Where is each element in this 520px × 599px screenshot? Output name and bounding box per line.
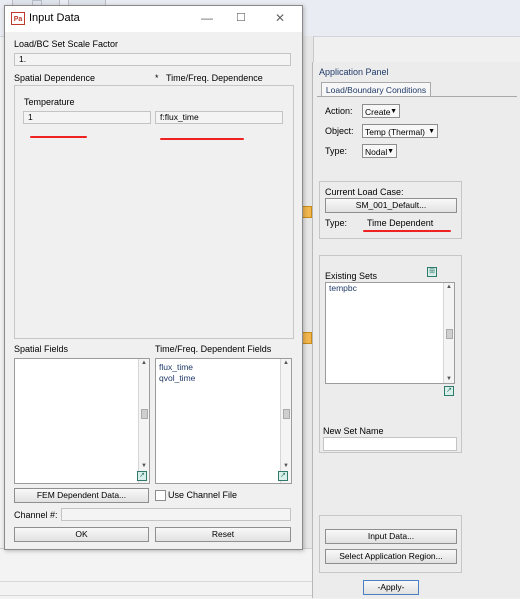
load-case-button[interactable]: SM_001_Default...	[325, 198, 457, 213]
existing-set-item[interactable]: tempbc	[326, 283, 454, 294]
app-icon: Pa	[11, 12, 25, 25]
chevron-down-icon: ▼	[428, 128, 435, 135]
minimize-icon[interactable]: —	[201, 11, 213, 25]
scroll-down-icon[interactable]: ▼	[141, 463, 147, 469]
scale-factor-label: Load/BC Set Scale Factor	[14, 39, 119, 49]
input-data-group	[319, 515, 462, 573]
list-action-icon[interactable]: ↗	[278, 471, 288, 481]
use-channel-label: Use Channel File	[168, 490, 238, 500]
scale-factor-field[interactable]: 1.	[14, 53, 291, 66]
tab-load-boundary-conditions[interactable]: Load/Boundary Conditions	[321, 82, 431, 97]
list-action-icon[interactable]: ↗	[444, 386, 454, 396]
input-data-button[interactable]: Input Data...	[325, 529, 457, 544]
red-annotation-underline	[160, 138, 244, 140]
temperature-label: Temperature	[24, 97, 75, 107]
reset-button[interactable]: Reset	[155, 527, 291, 542]
use-channel-checkbox[interactable]	[155, 490, 166, 501]
list-options-icon[interactable]: ⊞	[427, 267, 437, 277]
action-dropdown[interactable]: Create ▼	[362, 104, 400, 118]
time-fields-scrollbar[interactable]: ▲ ▼	[280, 359, 291, 483]
red-annotation-underline	[363, 230, 451, 232]
load-case-type-label: Type:	[325, 218, 348, 228]
dialog-title: Input Data	[29, 12, 80, 24]
scroll-thumb[interactable]	[141, 409, 148, 419]
type-dropdown[interactable]: Nodal ▼	[362, 144, 397, 158]
channel-label: Channel #:	[14, 510, 58, 520]
spatial-fields-label: Spatial Fields	[14, 344, 69, 354]
existing-sets-list[interactable]: tempbc ▲ ▼	[325, 282, 455, 384]
time-dependence-label: Time/Freq. Dependence	[166, 73, 263, 83]
object-dropdown[interactable]: Temp (Thermal) ▼	[362, 124, 438, 138]
time-field-item[interactable]: flux_time	[156, 362, 291, 373]
apply-button[interactable]: -Apply-	[363, 580, 419, 595]
object-value: Temp (Thermal)	[365, 127, 425, 137]
maximize-icon[interactable]: ☐	[236, 11, 246, 24]
new-set-name-field[interactable]	[323, 437, 457, 451]
new-set-name-label: New Set Name	[323, 426, 384, 436]
background-bottom-area	[0, 548, 312, 599]
red-annotation-underline	[30, 136, 87, 138]
ok-button[interactable]: OK	[14, 527, 149, 542]
scroll-thumb[interactable]	[283, 409, 290, 419]
time-fields-label: Time/Freq. Dependent Fields	[155, 344, 272, 354]
application-panel: Application Panel Load/Boundary Conditio…	[312, 62, 520, 598]
existing-sets-scrollbar[interactable]: ▲ ▼	[443, 283, 454, 383]
type-label: Type:	[325, 146, 348, 156]
scroll-thumb[interactable]	[446, 329, 453, 339]
temperature-spatial-field[interactable]: 1	[23, 111, 151, 124]
spatial-dependence-label: Spatial Dependence	[14, 73, 96, 83]
panel-title: Application Panel	[319, 67, 389, 77]
action-label: Action:	[325, 106, 353, 116]
temperature-time-field[interactable]: f:flux_time	[155, 111, 283, 124]
object-label: Object:	[325, 126, 354, 136]
close-icon[interactable]: ✕	[275, 11, 285, 25]
time-fields-list[interactable]: flux_time qvol_time ▲ ▼	[155, 358, 292, 484]
chevron-down-icon: ▼	[387, 148, 394, 155]
load-case-label: Current Load Case:	[325, 187, 404, 197]
scroll-down-icon[interactable]: ▼	[446, 376, 452, 382]
select-application-region-button[interactable]: Select Application Region...	[325, 549, 457, 564]
input-data-dialog: Pa Input Data — ☐ ✕ Load/BC Set Scale Fa…	[4, 5, 303, 550]
panel-body: Action: Create ▼ Object: Temp (Thermal) …	[317, 96, 517, 597]
scroll-up-icon[interactable]: ▲	[141, 360, 147, 366]
list-action-icon[interactable]: ↗	[137, 471, 147, 481]
existing-sets-label: Existing Sets	[325, 271, 378, 281]
spatial-fields-scrollbar[interactable]: ▲ ▼	[138, 359, 149, 483]
time-dependence-marker: *	[155, 73, 159, 83]
chevron-down-icon: ▼	[390, 108, 397, 115]
time-field-item[interactable]: qvol_time	[156, 373, 291, 384]
channel-field[interactable]	[61, 508, 291, 521]
scroll-up-icon[interactable]: ▲	[283, 360, 289, 366]
dialog-title-bar[interactable]: Pa Input Data — ☐ ✕	[5, 6, 302, 32]
fem-dependent-data-button[interactable]: FEM Dependent Data...	[14, 488, 149, 503]
scroll-down-icon[interactable]: ▼	[283, 463, 289, 469]
load-case-type-value: Time Dependent	[367, 218, 434, 228]
type-value: Nodal	[365, 147, 388, 157]
scroll-up-icon[interactable]: ▲	[446, 284, 452, 290]
action-value: Create	[365, 107, 391, 117]
spatial-fields-list[interactable]: ▲ ▼	[14, 358, 150, 484]
